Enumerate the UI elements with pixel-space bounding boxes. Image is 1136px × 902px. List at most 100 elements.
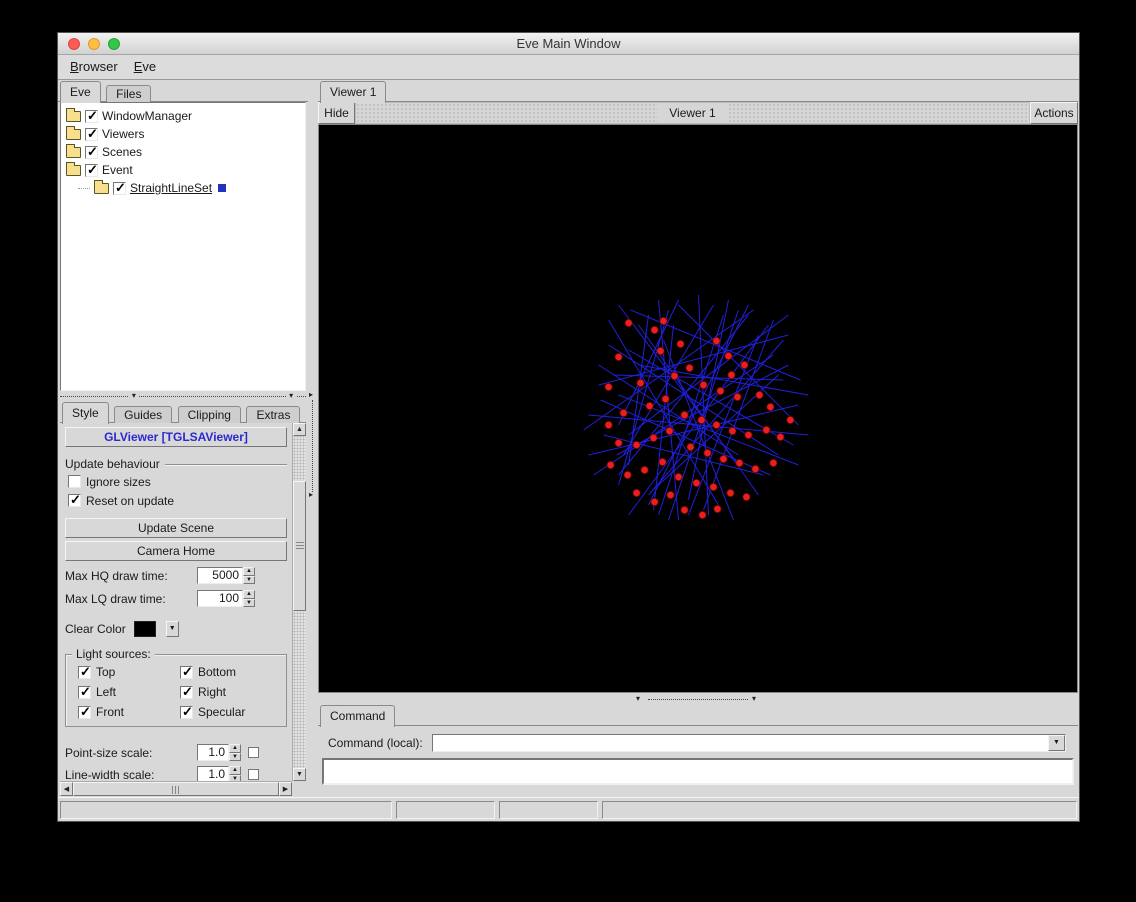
spin-down-button[interactable]: ▼ — [243, 576, 255, 585]
divider — [165, 464, 287, 465]
clear-color-swatch[interactable] — [134, 621, 156, 637]
tab-viewer-1[interactable]: Viewer 1 — [320, 81, 386, 103]
style-horizontal-scrollbar[interactable]: ◀ ▶ — [60, 781, 292, 796]
folder-icon — [94, 183, 109, 194]
actions-button[interactable]: Actions — [1030, 102, 1078, 124]
scrollbar-thumb[interactable] — [293, 481, 306, 611]
number-entry[interactable]: 100 — [197, 590, 243, 607]
tree-item[interactable]: Viewers — [63, 125, 303, 143]
checkbox[interactable] — [180, 666, 193, 679]
max-hq-spinner[interactable]: 5000 ▲ ▼ — [197, 567, 255, 584]
spin-up-button[interactable]: ▲ — [243, 567, 255, 576]
scrollbar-thumb[interactable] — [73, 782, 279, 796]
point-size-checkbox[interactable] — [248, 747, 259, 758]
splitter-arrow-icon: ▸ — [309, 390, 313, 399]
light-source-bottom[interactable]: Bottom — [180, 665, 282, 679]
tree-item-label[interactable]: Viewers — [102, 127, 144, 141]
command-tab-bar: Command — [318, 704, 1078, 726]
number-entry[interactable]: 1.0 — [197, 744, 229, 761]
eve-tree[interactable]: WindowManager Viewers Scenes Event StraightL… — [60, 102, 306, 391]
combo-dropdown-icon[interactable]: ▼ — [1048, 735, 1065, 751]
color-dropdown-button[interactable]: ▼ — [166, 621, 179, 637]
line-width-spinner[interactable]: 1.0 ▲ ▼ — [197, 766, 241, 781]
checkbox-label: Specular — [198, 705, 245, 719]
style-vertical-scrollbar[interactable]: ▲ ▼ — [292, 423, 306, 781]
tab-eve[interactable]: Eve — [60, 81, 101, 103]
light-source-top[interactable]: Top — [78, 665, 180, 679]
close-button[interactable] — [68, 38, 80, 50]
tree-item-label[interactable]: Scenes — [102, 145, 142, 159]
spin-down-button[interactable]: ▼ — [229, 753, 241, 762]
checkbox[interactable] — [180, 706, 193, 719]
statusbar — [58, 797, 1079, 821]
tree-item-checkbox[interactable] — [85, 128, 98, 141]
splitter-arrow-icon: ▾ — [286, 391, 296, 401]
number-entry[interactable]: 1.0 — [197, 766, 229, 781]
tree-item-checkbox[interactable] — [85, 146, 98, 159]
checkbox-label: Front — [96, 705, 124, 719]
ignore-sizes-row[interactable]: Ignore sizes — [68, 473, 287, 490]
gl-viewport[interactable] — [318, 124, 1078, 693]
tree-item-checkbox[interactable] — [85, 164, 98, 177]
camera-home-button[interactable]: Camera Home — [65, 541, 287, 561]
update-behaviour-group: Update behaviour — [65, 457, 287, 471]
checkbox[interactable] — [78, 666, 91, 679]
light-source-specular[interactable]: Specular — [180, 705, 282, 719]
tree-style-splitter[interactable]: ▾ ▾ — [60, 391, 306, 401]
light-source-right[interactable]: Right — [180, 685, 282, 699]
scroll-up-icon[interactable]: ▲ — [293, 423, 306, 436]
point-size-spinner[interactable]: 1.0 ▲ ▼ — [197, 744, 241, 761]
command-label: Command (local): — [328, 736, 423, 750]
command-input[interactable] — [433, 735, 1047, 751]
tree-item[interactable]: Scenes — [63, 143, 303, 161]
reset-on-update-checkbox[interactable] — [68, 494, 81, 507]
line-width-checkbox[interactable] — [248, 769, 259, 780]
light-source-left[interactable]: Left — [78, 685, 180, 699]
viewer-command-splitter[interactable]: ▾ ▾ — [318, 694, 1078, 704]
tab-style[interactable]: Style — [62, 402, 109, 424]
titlebar[interactable]: Eve Main Window — [58, 33, 1079, 55]
hide-button[interactable]: Hide — [318, 102, 355, 124]
tree-item-checkbox[interactable] — [113, 182, 126, 195]
update-scene-button[interactable]: Update Scene — [65, 518, 287, 538]
command-output[interactable] — [322, 758, 1074, 785]
checkbox-label: Reset on update — [86, 494, 174, 508]
zoom-button[interactable] — [108, 38, 120, 50]
field-label: Point-size scale: — [65, 746, 197, 760]
menu-browser[interactable]: Browser — [62, 56, 126, 78]
ignore-sizes-checkbox[interactable] — [68, 475, 81, 488]
spin-down-button[interactable]: ▼ — [243, 599, 255, 608]
scroll-left-icon[interactable]: ◀ — [60, 782, 73, 796]
group-title: Light sources: — [72, 647, 155, 661]
spin-up-button[interactable]: ▲ — [243, 590, 255, 599]
reset-on-update-row[interactable]: Reset on update — [68, 492, 287, 509]
spin-up-button[interactable]: ▲ — [229, 766, 241, 775]
style-content: GLViewer [TGLSAViewer] Update behaviour … — [60, 423, 292, 781]
tree-item[interactable]: Event — [63, 161, 303, 179]
minimize-button[interactable] — [88, 38, 100, 50]
scroll-down-icon[interactable]: ▼ — [293, 768, 306, 781]
viewer-title-bar[interactable]: Viewer 1 — [355, 102, 1030, 124]
checkbox[interactable] — [78, 706, 91, 719]
spin-up-button[interactable]: ▲ — [229, 744, 241, 753]
tree-item-label[interactable]: Event — [102, 163, 133, 177]
tree-item-label[interactable]: StraightLineSet — [130, 181, 212, 195]
tree-item-checkbox[interactable] — [85, 110, 98, 123]
max-lq-spinner[interactable]: 100 ▲ ▼ — [197, 590, 255, 607]
number-entry[interactable]: 5000 — [197, 567, 243, 584]
menu-eve[interactable]: Eve — [126, 56, 164, 78]
scroll-right-icon[interactable]: ▶ — [279, 782, 292, 796]
style-tab-bar: Style Guides Clipping Extras — [60, 401, 306, 423]
tree-item[interactable]: WindowManager — [63, 107, 303, 125]
status-cell — [60, 801, 392, 819]
tab-command[interactable]: Command — [320, 705, 395, 727]
command-combobox[interactable]: ▼ — [432, 734, 1066, 752]
light-source-front[interactable]: Front — [78, 705, 180, 719]
tree-item-label[interactable]: WindowManager — [102, 109, 192, 123]
sidebar-viewer-splitter[interactable]: ▸ ▸ — [308, 80, 318, 797]
checkbox[interactable] — [78, 686, 91, 699]
checkbox-label: Right — [198, 685, 226, 699]
checkbox[interactable] — [180, 686, 193, 699]
menubar: Browser Eve — [58, 55, 1079, 80]
tree-item[interactable]: StraightLineSet — [63, 179, 303, 197]
